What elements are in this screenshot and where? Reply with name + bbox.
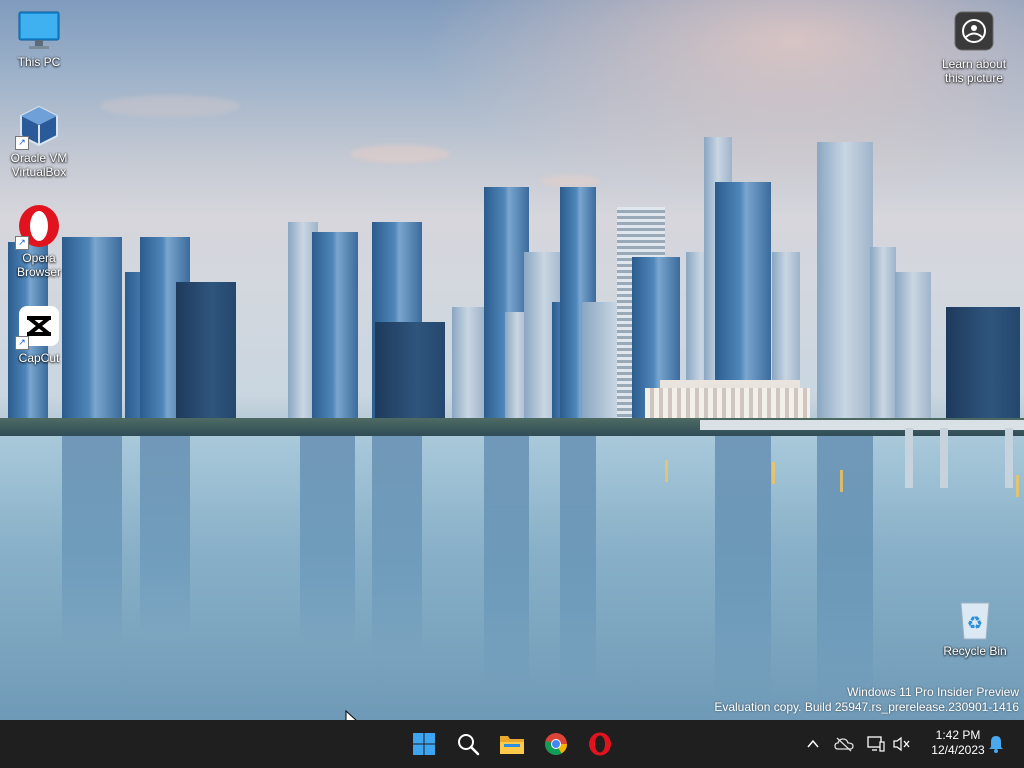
evaluation-watermark: Windows 11 Pro Insider Preview Evaluatio… <box>714 685 1019 715</box>
desktop-icon-label: Oracle VM VirtualBox <box>10 151 68 179</box>
building <box>946 307 1020 432</box>
start-button[interactable] <box>406 726 442 762</box>
opera-icon: ↗ <box>15 204 61 250</box>
light-reflection <box>1016 475 1019 497</box>
cloud <box>100 95 240 117</box>
cloud <box>540 175 600 187</box>
shortcut-arrow-icon: ↗ <box>15 136 29 150</box>
desktop-icon-virtualbox[interactable]: ↗ Oracle VM VirtualBox <box>1 104 77 179</box>
bridge-pylon <box>905 428 913 488</box>
building <box>870 247 896 432</box>
watermark-line1: Windows 11 Pro Insider Preview <box>847 685 1019 699</box>
desktop-icon-label: CapCut <box>18 351 60 365</box>
reflection <box>140 436 190 636</box>
volume-muted-icon <box>893 736 910 752</box>
taskbar: 1:42 PM 12/4/2023 <box>0 720 1024 768</box>
shortcut-arrow-icon: ↗ <box>15 236 29 250</box>
recycle-bin-icon: ♻ <box>953 597 997 641</box>
light-reflection <box>772 462 775 484</box>
cloud <box>350 145 450 163</box>
opera-icon <box>589 732 611 756</box>
bridge-pylon <box>940 428 948 488</box>
building <box>375 322 445 432</box>
building <box>312 232 358 432</box>
chevron-up-icon <box>807 739 819 748</box>
windows-start-icon <box>413 733 435 755</box>
chrome-icon <box>545 733 567 755</box>
desktop-icon-recycle-bin[interactable]: ♻ Recycle Bin <box>937 597 1013 658</box>
light-reflection <box>840 470 843 492</box>
volume-button[interactable] <box>892 734 912 754</box>
opera-taskbar-button[interactable] <box>582 726 618 762</box>
light-reflection <box>665 460 668 482</box>
bridge <box>700 420 1024 430</box>
reflection <box>817 436 873 706</box>
desktop-icon-label: Recycle Bin <box>943 644 1007 658</box>
camera-icon <box>952 10 996 54</box>
desktop-icon-opera[interactable]: ↗ Opera Browser <box>1 204 77 279</box>
reflection <box>62 436 122 646</box>
desktop-icon-capcut[interactable]: ↗ CapCut <box>1 304 77 365</box>
desktop-icon-this-pc[interactable]: This PC <box>1 8 77 69</box>
watermark-line2: Evaluation copy. Build 25947.rs_prerelea… <box>714 700 1019 714</box>
capcut-icon: ↗ <box>15 304 61 350</box>
reflection <box>484 436 529 686</box>
monitor-icon <box>17 8 61 52</box>
network-button[interactable] <box>866 734 886 754</box>
desktop-icon-label: Learn about this picture <box>941 57 1007 85</box>
search-button[interactable] <box>450 726 486 762</box>
building <box>452 307 484 432</box>
file-explorer-icon <box>500 736 524 754</box>
reflection <box>715 436 771 696</box>
desktop-icon-learn-about-picture[interactable]: Learn about this picture <box>936 10 1012 85</box>
notification-bell-icon <box>989 736 1003 753</box>
show-hidden-icons-button[interactable] <box>803 734 823 754</box>
fullerton-building <box>645 388 810 422</box>
desktop-icon-label: Opera Browser <box>16 251 61 279</box>
bridge-pylon <box>1005 428 1013 488</box>
building <box>176 282 236 432</box>
reflection <box>300 436 355 646</box>
onedrive-button[interactable] <box>834 734 854 754</box>
building <box>817 142 873 432</box>
desktop-icon-label: This PC <box>17 55 61 69</box>
virtualbox-icon: ↗ <box>15 104 61 150</box>
desktop-wallpaper[interactable] <box>0 0 1024 720</box>
onedrive-icon <box>834 737 854 752</box>
building <box>895 272 931 432</box>
search-icon <box>458 734 480 756</box>
shortcut-arrow-icon: ↗ <box>15 336 29 350</box>
network-icon <box>867 736 885 752</box>
chrome-button[interactable] <box>538 726 574 762</box>
notification-center-button[interactable] <box>986 734 1006 754</box>
svg-text:♻: ♻ <box>967 613 983 634</box>
reflection <box>560 436 596 686</box>
reflection <box>372 436 422 656</box>
file-explorer-button[interactable] <box>494 726 530 762</box>
